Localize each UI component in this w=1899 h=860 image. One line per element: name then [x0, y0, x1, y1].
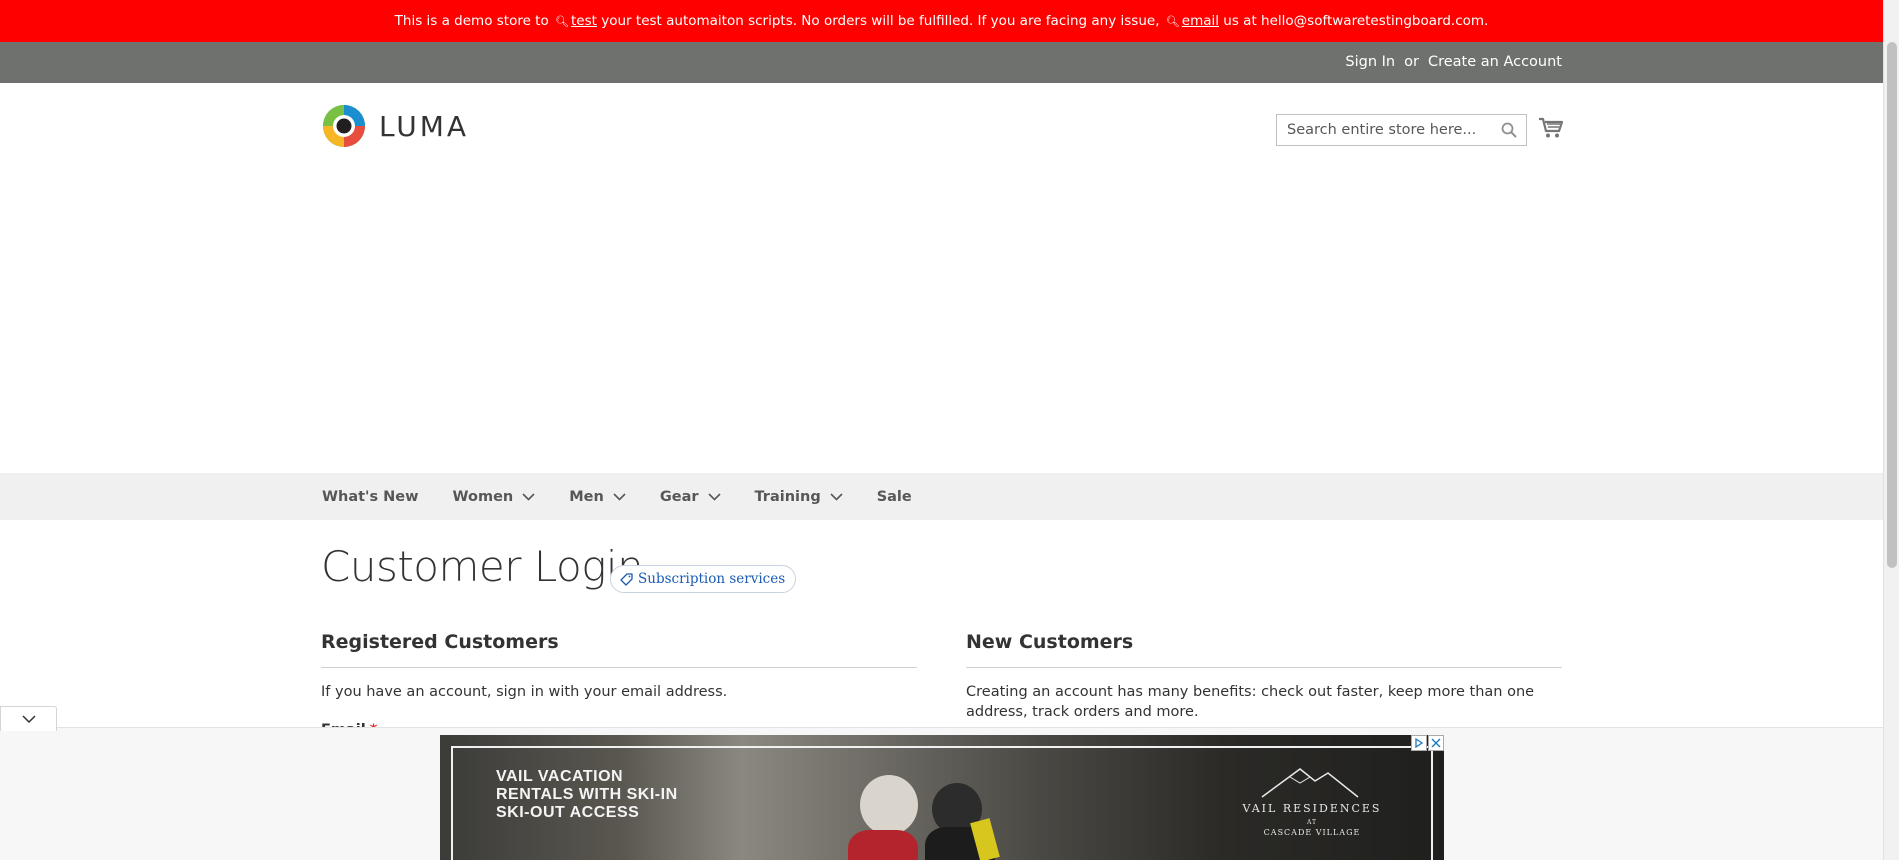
- tag-icon: [620, 572, 633, 586]
- nav-item-women[interactable]: Women: [453, 489, 536, 505]
- search-input[interactable]: [1277, 115, 1487, 145]
- chevron-down-icon: [707, 492, 721, 501]
- demo-notice-banner: This is a demo store to 🔍︎ test your test…: [0, 0, 1883, 42]
- new-customers-title: New Customers: [966, 631, 1134, 653]
- header-links: Sign In or Create an Account: [1345, 54, 1562, 70]
- luma-logo[interactable]: LUMA: [322, 104, 469, 148]
- logo-wordmark: LUMA: [379, 109, 470, 143]
- section-divider: [966, 667, 1562, 668]
- ad-headline-line: VAIL VACATION: [496, 768, 624, 785]
- nav-label: Women: [452, 488, 514, 505]
- ad-choices-icon[interactable]: [1411, 735, 1427, 751]
- sign-in-link[interactable]: Sign In: [1345, 54, 1395, 70]
- ad-headline-line: RENTALS WITH SKI-IN: [496, 786, 678, 803]
- nav-item-sale[interactable]: Sale: [877, 489, 912, 505]
- chevron-down-icon: [613, 492, 626, 501]
- ad-brand-at: AT: [1306, 819, 1317, 826]
- banner-test-link[interactable]: test: [571, 13, 597, 29]
- nav-item-men[interactable]: Men: [569, 489, 626, 505]
- page-scrollbar[interactable]: [1883, 0, 1899, 860]
- badge-label: Subscription services: [638, 571, 786, 587]
- registered-customers-text: If you have an account, sign in with you…: [321, 684, 728, 700]
- ad-collapse-toggle[interactable]: [0, 706, 57, 731]
- nav-label: Men: [569, 488, 604, 505]
- luma-logo-mark-icon: [323, 105, 365, 147]
- nav-item-whats-new[interactable]: What's New: [322, 489, 419, 505]
- nav-item-gear[interactable]: Gear: [660, 489, 721, 505]
- chevron-down-icon: [21, 715, 36, 723]
- ad-close-icon[interactable]: [1428, 735, 1444, 751]
- header-panel: Sign In or Create an Account: [0, 42, 1883, 83]
- chevron-down-icon: [830, 492, 843, 501]
- chevron-down-icon: [522, 492, 535, 501]
- search-icon[interactable]: [1501, 122, 1517, 142]
- ad-brand-name: VAIL RESIDENCES: [1242, 802, 1382, 815]
- ad-headline-line: SKI-OUT ACCESS: [496, 804, 640, 821]
- nav-label: Sale: [876, 488, 912, 505]
- banner-text-3: us at hello@softwaretestingboard.com.: [1223, 13, 1489, 29]
- subscription-services-badge[interactable]: Subscription services: [610, 565, 797, 593]
- ad-headline: VAIL VACATION RENTALS WITH SKI-IN SKI-OU…: [496, 768, 678, 822]
- nav-label: Gear: [659, 488, 699, 505]
- nav-label: Training: [754, 488, 821, 505]
- search-magnifier-icon: 🔍︎: [1165, 14, 1180, 28]
- main-navigation: What's New Women Men Gear Training Sale: [0, 473, 1883, 520]
- create-account-link[interactable]: Create an Account: [1428, 54, 1562, 70]
- page-title: Customer Login: [321, 542, 644, 591]
- banner-text-2: your test automaiton scripts. No orders …: [601, 13, 1160, 29]
- nav-item-training[interactable]: Training: [755, 489, 843, 505]
- scrollbar-thumb[interactable]: [1887, 42, 1897, 568]
- search-magnifier-icon: 🔍︎: [555, 14, 570, 28]
- ad-brand: VAIL RESIDENCES AT CASCADE VILLAGE: [1222, 802, 1402, 837]
- banner-text-1: This is a demo store to: [394, 13, 549, 29]
- or-separator: or: [1404, 54, 1419, 70]
- nav-list: What's New Women Men Gear Training Sale: [322, 473, 946, 520]
- section-divider: [321, 667, 917, 668]
- new-customers-text: Creating an account has many benefits: c…: [966, 684, 1535, 720]
- mountain-logo-icon: [1261, 768, 1359, 798]
- cart-icon[interactable]: [1539, 117, 1564, 143]
- registered-customers-title: Registered Customers: [321, 631, 559, 653]
- ad-brand-sub: CASCADE VILLAGE: [1263, 828, 1361, 837]
- nav-label: What's New: [322, 488, 419, 505]
- search-box: [1276, 114, 1527, 146]
- banner-email-link[interactable]: email: [1182, 13, 1219, 29]
- ad-banner[interactable]: VAIL VACATION RENTALS WITH SKI-IN SKI-OU…: [440, 735, 1444, 860]
